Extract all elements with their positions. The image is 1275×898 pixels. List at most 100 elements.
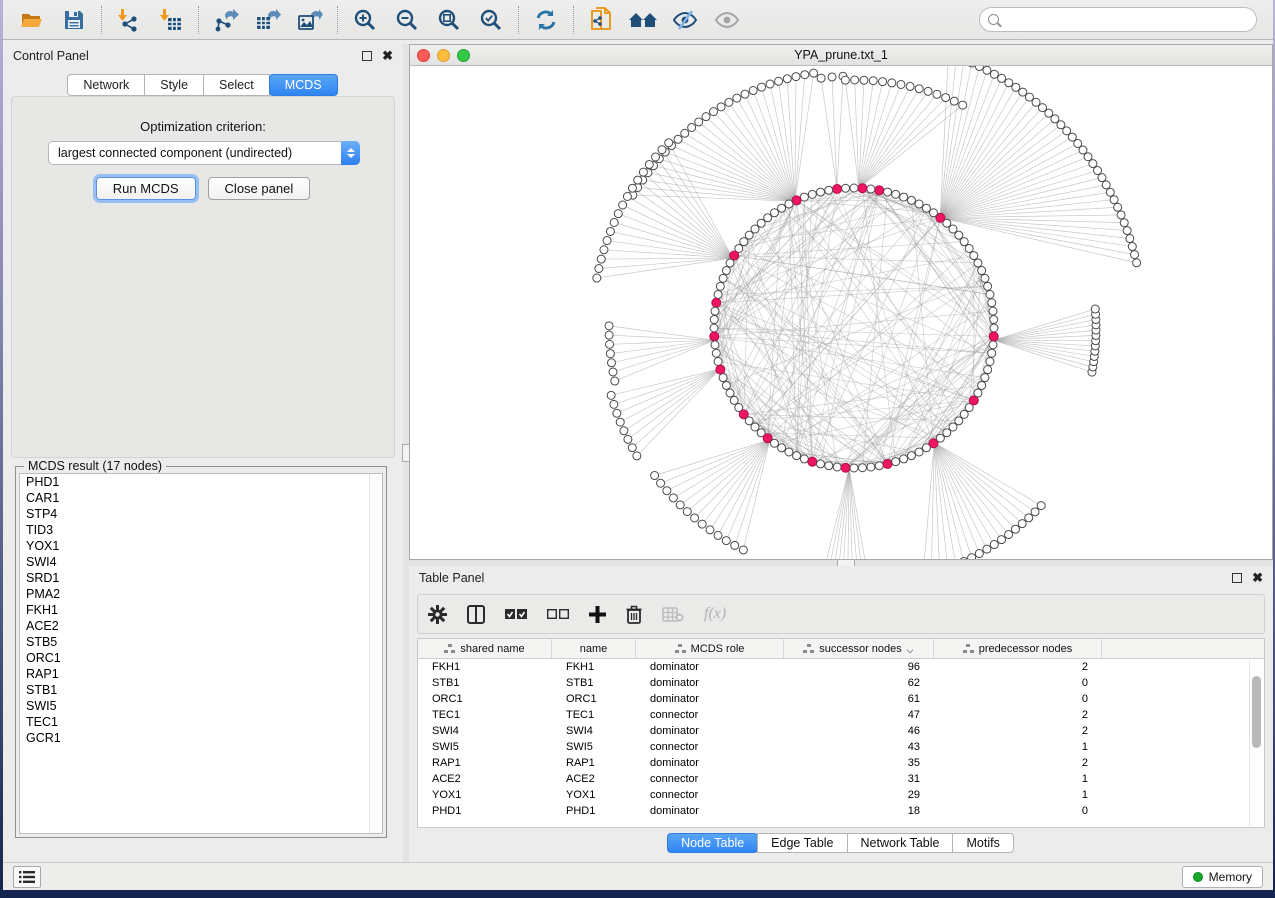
delete-table-button[interactable] [662,607,684,622]
run-mcds-button[interactable]: Run MCDS [96,177,196,200]
dominator-node[interactable] [808,457,817,466]
dominator-node[interactable] [833,185,842,194]
network-node[interactable] [986,358,994,366]
network-node[interactable] [717,103,725,111]
table-row[interactable]: SWI4SWI4dominator462 [418,723,1264,739]
network-node[interactable] [990,316,998,324]
network-node[interactable] [907,196,915,204]
network-node[interactable] [749,87,757,95]
close-panel-icon[interactable]: ✖ [382,51,393,61]
network-node[interactable] [726,259,734,267]
network-node[interactable] [842,184,850,192]
network-node[interactable] [714,531,722,539]
network-node[interactable] [663,487,671,495]
network-node[interactable] [851,76,859,84]
network-node[interactable] [758,83,766,91]
network-node[interactable] [628,184,636,192]
network-node[interactable] [698,520,706,528]
network-node[interactable] [1126,235,1134,243]
network-node[interactable] [719,274,727,282]
network-node[interactable] [983,545,991,553]
unselect-all-columns-button[interactable] [547,608,569,620]
network-node[interactable] [624,435,632,443]
column-header-shared-name[interactable]: shared name [418,639,552,658]
network-node[interactable] [710,316,718,324]
table-row[interactable]: TEC1TEC1connector472 [418,707,1264,723]
network-node[interactable] [595,265,603,273]
column-header-predecessor-nodes[interactable]: predecessor nodes [934,639,1102,658]
network-node[interactable] [959,101,967,109]
network-node[interactable] [623,193,631,201]
tab-network[interactable]: Network [67,74,145,96]
network-node[interactable] [1025,93,1033,101]
mcds-result-item[interactable]: TID3 [20,522,382,538]
network-node[interactable] [975,550,983,558]
network-node[interactable] [792,73,800,81]
column-header-mcds-role[interactable]: MCDS role [636,639,784,658]
close-panel-icon[interactable]: ✖ [1252,573,1263,583]
network-node[interactable] [924,87,932,95]
network-node[interactable] [828,73,836,81]
network-node[interactable] [960,238,968,246]
network-node[interactable] [936,434,944,442]
dominator-node[interactable] [875,186,884,195]
network-node[interactable] [892,190,900,198]
network-node[interactable] [800,455,808,463]
network-node[interactable] [850,184,858,192]
network-node[interactable] [616,418,624,426]
network-node[interactable] [657,479,665,487]
dominator-node[interactable] [712,298,721,307]
network-node[interactable] [1031,508,1039,516]
network-node[interactable] [614,210,622,218]
criterion-dropdown[interactable]: largest connected component (undirected) [48,141,360,165]
network-node[interactable] [968,554,976,559]
tab-node-table[interactable]: Node Table [667,833,758,853]
mcds-result-item[interactable]: YOX1 [20,538,382,554]
close-window-icon[interactable] [417,49,430,62]
network-node[interactable] [810,69,818,77]
network-node[interactable] [714,358,722,366]
column-header-successor-nodes[interactable]: successor nodes [784,639,934,658]
memory-button[interactable]: Memory [1182,866,1263,888]
network-node[interactable] [628,444,636,452]
float-panel-icon[interactable] [1232,573,1242,583]
network-node[interactable] [606,227,614,235]
network-node[interactable] [989,307,997,315]
show-column-button[interactable] [467,605,485,624]
refresh-layout-button[interactable] [525,3,567,37]
open-session-button[interactable] [11,3,53,37]
network-node[interactable] [710,324,718,332]
network-node[interactable] [785,448,793,456]
network-node[interactable] [652,153,660,161]
network-node[interactable] [998,74,1006,82]
network-node[interactable] [606,350,614,358]
network-node[interactable] [933,90,941,98]
network-node[interactable] [722,537,730,545]
search-input[interactable] [999,10,1256,30]
network-node[interactable] [1106,188,1114,196]
table-settings-button[interactable] [428,605,447,624]
network-node[interactable] [674,135,682,143]
network-node[interactable] [897,80,905,88]
network-node[interactable] [741,90,749,98]
network-node[interactable] [1133,259,1141,267]
network-node[interactable] [639,168,647,176]
network-node[interactable] [764,214,772,222]
network-node[interactable] [1098,174,1106,182]
network-node[interactable] [825,462,833,470]
network-node[interactable] [1128,243,1136,251]
network-node[interactable] [683,508,691,516]
network-node[interactable] [986,290,994,298]
network-node[interactable] [949,225,957,233]
table-row[interactable]: SWI5SWI5connector431 [418,739,1264,755]
network-node[interactable] [983,66,991,74]
function-builder-button[interactable]: f(x) [704,605,726,623]
network-node[interactable] [613,409,621,417]
search-box[interactable] [979,7,1257,32]
network-node[interactable] [651,472,659,480]
network-node[interactable] [922,204,930,212]
network-canvas[interactable] [410,66,1272,559]
network-node[interactable] [907,452,915,460]
network-node[interactable] [722,267,730,275]
create-column-button[interactable] [589,606,606,623]
